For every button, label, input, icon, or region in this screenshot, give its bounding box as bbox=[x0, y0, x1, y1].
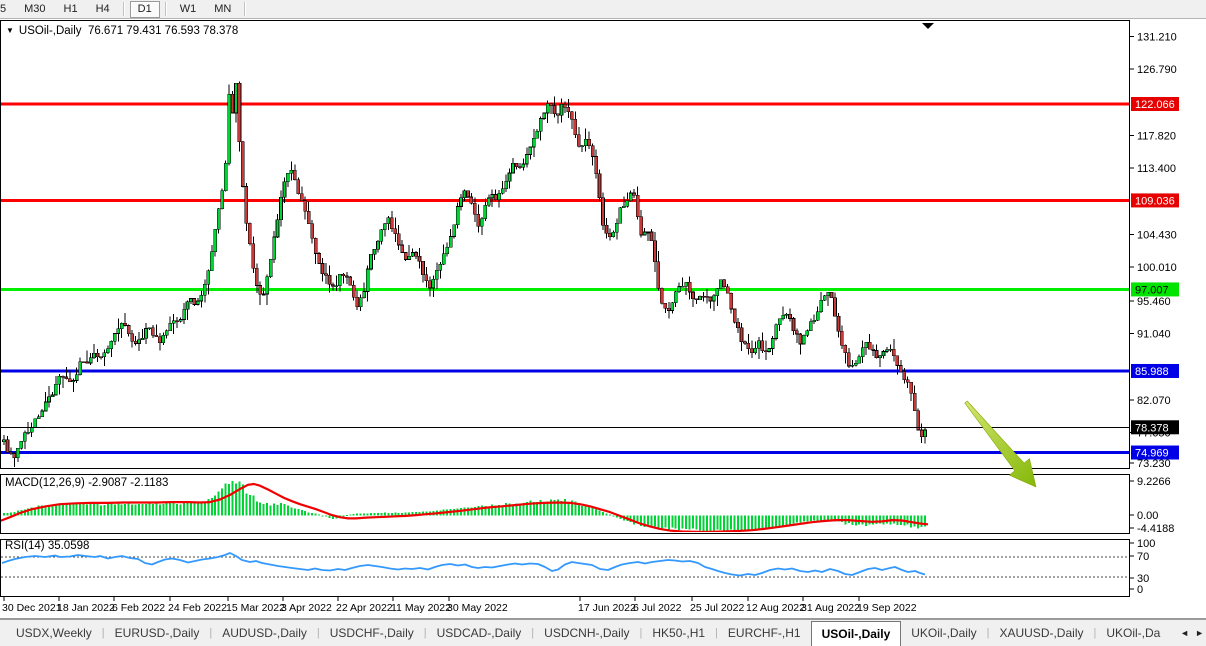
tab-hk50-h1[interactable]: HK50-,H1 bbox=[642, 620, 715, 646]
timeframe-toolbar: 5M30H1H4 D1 W1MN bbox=[0, 0, 1206, 19]
rsi-indicator-label: RSI(14) 35.0598 bbox=[5, 540, 89, 552]
svg-text:109.036: 109.036 bbox=[1135, 195, 1175, 207]
rsi-axis-label: 70 bbox=[1137, 551, 1149, 563]
tab-ukoil-da[interactable]: UKOil-,Da bbox=[1096, 620, 1170, 646]
svg-text:122.066: 122.066 bbox=[1135, 99, 1175, 111]
date-label: 3 Apr 2022 bbox=[281, 602, 332, 614]
rsi-axis-label: 100 bbox=[1137, 538, 1155, 550]
date-label: 22 Apr 2022 bbox=[336, 602, 393, 614]
tab-xauusd-daily[interactable]: XAUUSD-,Daily bbox=[989, 620, 1093, 646]
toolbar-separator bbox=[244, 2, 246, 16]
date-label: 19 Sep 2022 bbox=[857, 602, 917, 614]
y-axis-tick-label: 113.400 bbox=[1137, 163, 1176, 175]
svg-text:85.988: 85.988 bbox=[1135, 366, 1169, 378]
tab-eurchf-h1[interactable]: EURCHF-,H1 bbox=[718, 620, 811, 646]
y-axis-tick-label: 100.010 bbox=[1137, 262, 1177, 274]
tab-usdcad-daily[interactable]: USDCAD-,Daily bbox=[427, 620, 532, 646]
tab-eurusd-daily[interactable]: EURUSD-,Daily bbox=[105, 620, 210, 646]
rsi-panel[interactable] bbox=[1, 540, 1130, 597]
macd-axis-label: -4.4188 bbox=[1137, 523, 1174, 535]
date-label: 6 Jul 2022 bbox=[633, 602, 682, 614]
price-badge-109.036: 109.036 bbox=[1131, 193, 1179, 207]
date-label: 17 Jun 2022 bbox=[578, 602, 636, 614]
date-label: 25 Jul 2022 bbox=[690, 602, 744, 614]
main-price-panel[interactable] bbox=[1, 21, 1130, 469]
tab-usdchf-daily[interactable]: USDCHF-,Daily bbox=[320, 620, 424, 646]
price-badge-122.066: 122.066 bbox=[1131, 97, 1179, 111]
y-axis-tick-label: 117.820 bbox=[1137, 130, 1176, 142]
price-axis[interactable]: 131.210 126.790 117.820 113.400 104.430 100.0… bbox=[1130, 31, 1179, 470]
collapse-arrow-icon[interactable]: ▼ bbox=[6, 26, 14, 35]
rsi-axis-label: 0 bbox=[1137, 584, 1143, 596]
svg-text:74.969: 74.969 bbox=[1135, 448, 1169, 460]
timeframe-button-m30[interactable]: M30 bbox=[16, 1, 53, 18]
price-badge-78.378: 78.378 bbox=[1131, 420, 1179, 434]
tab-scroll-right-icon[interactable]: ► bbox=[1195, 628, 1204, 638]
y-axis-tick-label: 126.790 bbox=[1137, 64, 1177, 76]
tab-usdcnh-daily[interactable]: USDCNH-,Daily bbox=[534, 620, 639, 646]
timeframe-button-w1[interactable]: W1 bbox=[172, 1, 205, 18]
date-label: 12 Aug 2022 bbox=[746, 602, 805, 614]
symbol-tab-bar: USDX,Weekly|EURUSD-,Daily|AUDUSD-,Daily|… bbox=[0, 620, 1206, 646]
price-badge-74.969: 74.969 bbox=[1131, 446, 1179, 460]
price-badge-85.988: 85.988 bbox=[1131, 364, 1179, 378]
macd-axis-label: 0.00 bbox=[1137, 510, 1158, 522]
macd-indicator-label: MACD(12,26,9) -2.9087 -2.1183 bbox=[5, 477, 168, 489]
date-label: 11 May 2022 bbox=[391, 602, 451, 614]
date-label: 24 Feb 2022 bbox=[168, 602, 227, 614]
toolbar-separator bbox=[165, 2, 167, 16]
tab-scroll-controls: ◄ ► bbox=[1180, 622, 1204, 644]
y-axis-tick-label: 95.460 bbox=[1137, 296, 1171, 308]
price-badge-97.007: 97.007 bbox=[1131, 282, 1179, 296]
date-label: 18 Jan 2022 bbox=[57, 602, 115, 614]
chart-quote-ohlc: 76.671 79.431 76.593 78.378 bbox=[88, 25, 238, 37]
chart-canvas[interactable]: 131.210 126.790 117.820 113.400 104.430 100.0… bbox=[0, 0, 1206, 646]
y-axis-tick-label: 82.070 bbox=[1137, 395, 1171, 407]
date-label: 6 Feb 2022 bbox=[112, 602, 165, 614]
date-label: 30 Dec 2021 bbox=[2, 602, 62, 614]
macd-axis-label: 9.2266 bbox=[1137, 476, 1171, 488]
timeframe-button-mn[interactable]: MN bbox=[206, 1, 239, 18]
tab-ukoil-daily[interactable]: UKOil-,Daily bbox=[901, 620, 986, 646]
tab-scroll-left-icon[interactable]: ◄ bbox=[1180, 628, 1189, 638]
svg-text:78.378: 78.378 bbox=[1135, 422, 1169, 434]
date-label: 31 Aug 2022 bbox=[801, 602, 860, 614]
trading-platform-window: 5M30H1H4 D1 W1MN 131.210 126.790 117.820 113.… bbox=[0, 0, 1206, 646]
y-axis-tick-label: 73.230 bbox=[1137, 458, 1171, 470]
y-axis-tick-label: 91.040 bbox=[1137, 329, 1171, 341]
y-axis-tick-label: 131.210 bbox=[1137, 31, 1177, 43]
timeframe-button-d1[interactable]: D1 bbox=[130, 1, 160, 18]
timeframe-button-h4[interactable]: H4 bbox=[88, 1, 118, 18]
svg-text:97.007: 97.007 bbox=[1135, 284, 1169, 296]
timeframe-button-5[interactable]: 5 bbox=[0, 1, 14, 18]
date-label: 30 May 2022 bbox=[447, 602, 508, 614]
tab-audusd-daily[interactable]: AUDUSD-,Daily bbox=[212, 620, 317, 646]
y-axis-tick-label: 104.430 bbox=[1137, 230, 1177, 242]
time-axis[interactable]: 30 Dec 202118 Jan 20226 Feb 202224 Feb 2… bbox=[2, 597, 917, 614]
tab-usoil-daily[interactable]: USOil-,Daily bbox=[811, 621, 902, 646]
timeframe-button-h1[interactable]: H1 bbox=[56, 1, 86, 18]
chart-title: ▼ USOil-,Daily 76.671 79.431 76.593 78.37… bbox=[6, 25, 238, 37]
toolbar-separator bbox=[123, 2, 125, 16]
tab-usdx-weekly[interactable]: USDX,Weekly bbox=[6, 620, 102, 646]
chart-symbol-label: USOil-,Daily bbox=[19, 25, 82, 37]
date-label: 15 Mar 2022 bbox=[226, 602, 285, 614]
